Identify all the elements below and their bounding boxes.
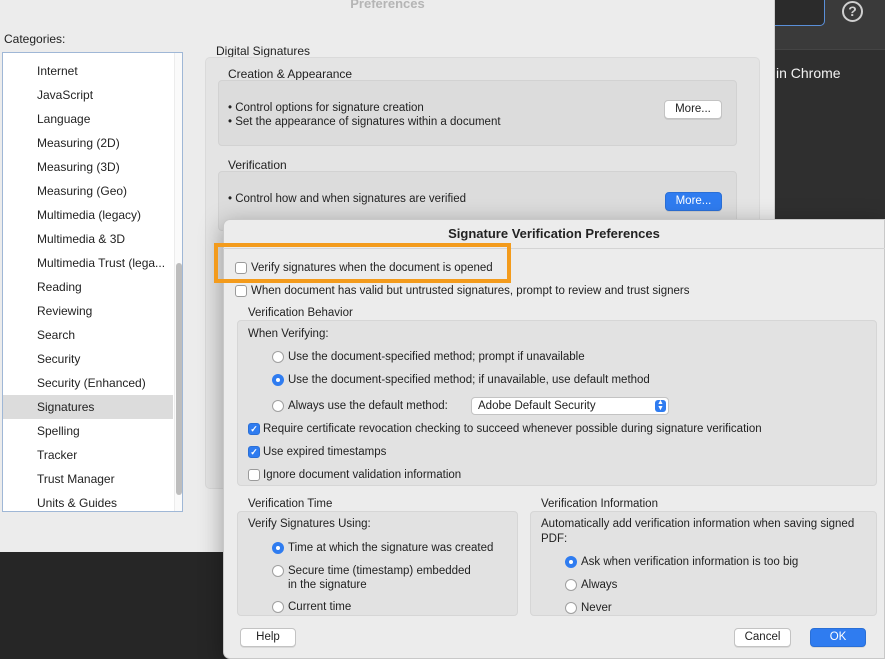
default-method-value: Adobe Default Security (478, 400, 596, 412)
time-created-label: Time at which the signature was created (288, 542, 494, 554)
verify-using-label: Verify Signatures Using: (248, 518, 371, 530)
time-secure-radio[interactable] (272, 565, 284, 577)
verification-label: Verification (228, 158, 287, 172)
dialog-title: Signature Verification Preferences (448, 226, 660, 241)
category-item[interactable]: Security (3, 347, 173, 371)
select-arrows-icon: ▲ ▼ (655, 399, 666, 412)
default-method-select[interactable]: Adobe Default Security ▲ ▼ (471, 397, 669, 415)
background-search-field[interactable] (775, 0, 825, 26)
verification-time-label: Verification Time (248, 498, 333, 510)
method-default-fallback-label: Use the document-specified method; if un… (288, 374, 650, 386)
category-item[interactable]: Internet (3, 59, 173, 83)
category-item[interactable]: Spelling (3, 419, 173, 443)
category-item[interactable]: Multimedia Trust (lega... (3, 251, 173, 275)
prompt-untrusted-label: When document has valid but untrusted si… (251, 285, 690, 297)
info-description: Automatically add verification informati… (541, 518, 855, 530)
info-ask-label: Ask when verification information is too… (581, 556, 799, 568)
expired-timestamps-label: Use expired timestamps (263, 446, 387, 458)
category-item[interactable]: Trust Manager (3, 467, 173, 491)
time-current-radio[interactable] (272, 601, 284, 613)
categories-label: Categories: (4, 32, 66, 46)
method-prompt-label: Use the document-specified method; promp… (288, 351, 585, 363)
creation-appearance-label: Creation & Appearance (228, 67, 353, 81)
category-item[interactable]: Reading (3, 275, 173, 299)
info-always-radio[interactable] (565, 579, 577, 591)
category-item[interactable]: Search (3, 323, 173, 347)
category-item[interactable]: Tracker (3, 443, 173, 467)
category-item[interactable]: Security (Enhanced) (3, 371, 173, 395)
category-item[interactable]: Multimedia & 3D (3, 227, 173, 251)
info-always-label: Always (581, 579, 618, 591)
category-item[interactable]: Measuring (2D) (3, 131, 173, 155)
category-item[interactable]: Measuring (3D) (3, 155, 173, 179)
when-verifying-label: When Verifying: (248, 328, 329, 340)
help-button[interactable]: Help (240, 628, 296, 647)
require-revocation-label: Require certificate revocation checking … (263, 423, 762, 435)
verification-more-button[interactable]: More... (665, 192, 722, 211)
categories-list[interactable]: Internet JavaScript Language Measuring (… (2, 52, 183, 512)
info-ask-radio[interactable] (565, 556, 577, 568)
category-item-selected[interactable]: Signatures (3, 395, 173, 419)
creation-description-line: • Control options for signature creation (228, 102, 424, 114)
digital-signatures-heading: Digital Signatures (216, 44, 311, 58)
creation-description-line: • Set the appearance of signatures withi… (228, 116, 501, 128)
method-default-fallback-radio[interactable] (272, 374, 284, 386)
ignore-validation-label: Ignore document validation information (263, 469, 462, 481)
help-icon[interactable]: ? (842, 1, 863, 22)
cancel-button[interactable]: Cancel (734, 628, 791, 647)
ignore-validation-checkbox[interactable] (248, 469, 260, 481)
expired-timestamps-checkbox[interactable]: ✓ (248, 446, 260, 458)
verification-behavior-label: Verification Behavior (248, 307, 353, 319)
method-prompt-radio[interactable] (272, 351, 284, 363)
method-always-default-label: Always use the default method: (288, 400, 448, 412)
category-item[interactable]: Units & Guides (3, 491, 173, 511)
info-never-radio[interactable] (565, 602, 577, 614)
categories-scrollbar-thumb[interactable] (176, 263, 182, 495)
category-item[interactable]: Language (3, 107, 173, 131)
time-secure-label: Secure time (timestamp) embedded (288, 565, 471, 577)
info-never-label: Never (581, 602, 612, 614)
verification-info-label: Verification Information (541, 498, 658, 510)
time-secure-label-cont: in the signature (288, 579, 367, 591)
prompt-untrusted-checkbox[interactable] (235, 285, 247, 297)
verification-description-line: • Control how and when signatures are ve… (228, 193, 466, 205)
method-always-default-radio[interactable] (272, 400, 284, 412)
time-created-radio[interactable] (272, 542, 284, 554)
ok-button[interactable]: OK (810, 628, 866, 647)
category-item[interactable]: Multimedia (legacy) (3, 203, 173, 227)
category-item[interactable]: Measuring (Geo) (3, 179, 173, 203)
time-current-label: Current time (288, 601, 352, 613)
category-item[interactable]: Reviewing (3, 299, 173, 323)
require-revocation-checkbox[interactable]: ✓ (248, 423, 260, 435)
info-description-cont: PDF: (541, 533, 568, 545)
preferences-window-title: Preferences (350, 0, 425, 11)
highlight-annotation (214, 243, 511, 283)
background-chrome-text: in Chrome (776, 65, 841, 81)
category-item[interactable]: JavaScript (3, 83, 173, 107)
creation-more-button[interactable]: More... (664, 100, 722, 119)
